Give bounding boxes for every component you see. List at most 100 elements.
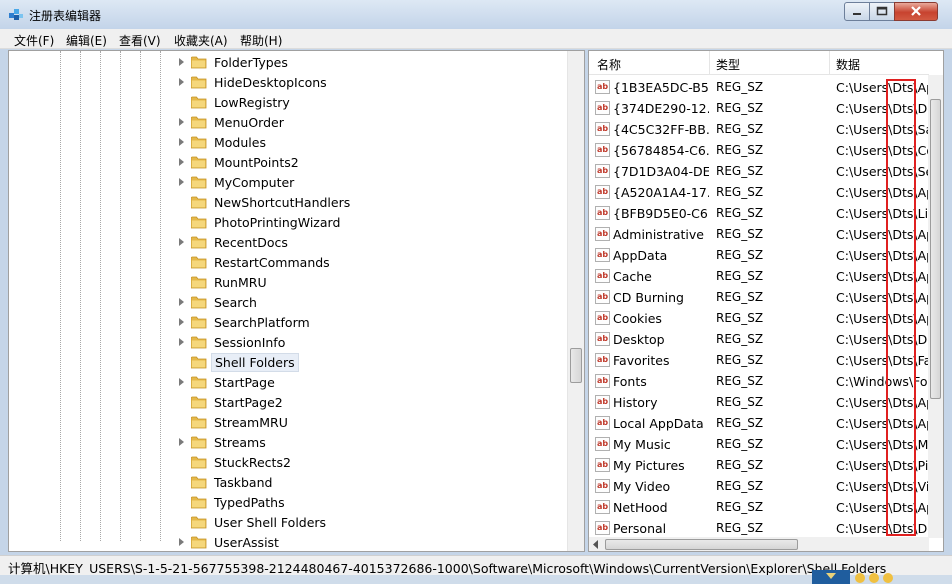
value-type: REG_SZ — [716, 416, 764, 430]
expand-arrow-icon[interactable] — [179, 58, 184, 66]
scroll-left-icon[interactable] — [592, 540, 600, 549]
value-type: REG_SZ — [716, 437, 764, 451]
column-divider[interactable] — [709, 51, 710, 75]
folder-icon — [191, 516, 207, 529]
value-row[interactable]: ab My Pictures REG_SZ C:\Users\Dts\Pic — [589, 455, 929, 476]
value-name: Favorites — [613, 353, 670, 368]
tree-vertical-scrollbar[interactable] — [567, 51, 584, 551]
menu-edit[interactable]: 编辑(E) — [66, 32, 107, 49]
tree-item[interactable]: Shell Folders — [179, 352, 569, 372]
expand-arrow-icon[interactable] — [179, 178, 184, 186]
tree-item-label: Taskband — [214, 475, 273, 490]
column-type[interactable]: 类型 — [716, 56, 740, 73]
value-row[interactable]: ab {A520A1A4-17... REG_SZ C:\Users\Dts\Ap — [589, 182, 929, 203]
expand-arrow-icon[interactable] — [179, 238, 184, 246]
value-row[interactable]: ab {374DE290-12... REG_SZ C:\Users\Dts\Do — [589, 98, 929, 119]
title-bar[interactable]: 注册表编辑器 — [0, 0, 952, 29]
value-row[interactable]: ab {56784854-C6... REG_SZ C:\Users\Dts\Co — [589, 140, 929, 161]
value-row[interactable]: ab{BFB9D5E0-C6...REG_SZC:\Users\Dts\Lir — [589, 203, 929, 224]
tree-item[interactable]: StreamMRU — [179, 412, 569, 432]
values-vertical-scrollbar[interactable] — [928, 75, 943, 538]
tree-item[interactable]: MyComputer — [179, 172, 569, 192]
value-row[interactable]: ab Personal REG_SZ C:\Users\Dts\Do — [589, 518, 929, 539]
tree-item[interactable]: UserAssist — [179, 532, 569, 551]
tree-item[interactable]: TypedPaths — [179, 492, 569, 512]
value-row[interactable]: ab History REG_SZ C:\Users\Dts\Ap — [589, 392, 929, 413]
tree-item[interactable]: MountPoints2 — [179, 152, 569, 172]
tree-item-label: PhotoPrintingWizard — [214, 215, 341, 230]
tree-item[interactable]: PhotoPrintingWizard — [179, 212, 569, 232]
expand-arrow-icon[interactable] — [179, 118, 184, 126]
tree-scroll-thumb[interactable] — [570, 348, 582, 383]
value-row[interactable]: ab AppData REG_SZ C:\Users\Dts\Ap — [589, 245, 929, 266]
value-row[interactable]: ab Cookies REG_SZ C:\Users\Dts\Ap — [589, 308, 929, 329]
value-row[interactable]: ab Favorites REG_SZ C:\Users\Dts\Fa — [589, 350, 929, 371]
column-name[interactable]: 名称 — [597, 56, 621, 73]
tree-item-label: MenuOrder — [214, 115, 284, 130]
string-value-icon: ab — [595, 437, 610, 451]
value-row[interactable]: ab CD Burning REG_SZ C:\Users\Dts\Ap — [589, 287, 929, 308]
expand-arrow-icon[interactable] — [179, 298, 184, 306]
expand-arrow-icon[interactable] — [179, 78, 184, 86]
column-data[interactable]: 数据 — [836, 56, 860, 73]
value-row[interactable]: ab {4C5C32FF-BB... REG_SZ C:\Users\Dts\Sa — [589, 119, 929, 140]
value-row[interactable]: ab My Music REG_SZ C:\Users\Dts\M — [589, 434, 929, 455]
registry-tree-pane[interactable]: FolderTypes HideDesktopIcons LowRegistry Me… — [8, 50, 585, 552]
value-type: REG_SZ — [716, 311, 764, 325]
value-row[interactable]: ab NetHood REG_SZ C:\Users\Dts\Ap — [589, 497, 929, 518]
expand-arrow-icon[interactable] — [179, 538, 184, 546]
values-horizontal-scrollbar[interactable] — [589, 537, 929, 551]
tree-item[interactable]: SearchPlatform — [179, 312, 569, 332]
tree-item[interactable]: NewShortcutHandlers — [179, 192, 569, 212]
close-button[interactable] — [894, 2, 938, 21]
value-type: REG_SZ — [716, 164, 764, 178]
maximize-button[interactable] — [869, 2, 895, 21]
value-row[interactable]: abAdministrative ...REG_SZC:\Users\Dts\A… — [589, 224, 929, 245]
tree-item[interactable]: RecentDocs — [179, 232, 569, 252]
folder-icon — [191, 196, 207, 209]
value-name: Cache — [613, 269, 652, 284]
tree-item[interactable]: HideDesktopIcons — [179, 72, 569, 92]
tree-item[interactable]: User Shell Folders — [179, 512, 569, 532]
tree-item[interactable]: StartPage — [179, 372, 569, 392]
value-type: REG_SZ — [716, 122, 764, 136]
tree-item[interactable]: Search — [179, 292, 569, 312]
tree-item[interactable]: RestartCommands — [179, 252, 569, 272]
value-row[interactable]: ab My Video REG_SZ C:\Users\Dts\Vi — [589, 476, 929, 497]
tree-item[interactable]: FolderTypes — [179, 52, 569, 72]
value-row[interactable]: ab Fonts REG_SZ C:\Windows\Fo — [589, 371, 929, 392]
menu-file[interactable]: 文件(F) — [14, 32, 54, 49]
expand-arrow-icon[interactable] — [179, 138, 184, 146]
close-icon — [911, 6, 921, 16]
tree-item[interactable]: Streams — [179, 432, 569, 452]
column-divider[interactable] — [829, 51, 830, 75]
tree-item-label: Modules — [214, 135, 266, 150]
value-row[interactable]: ab Local AppData REG_SZ C:\Users\Dts\Ap — [589, 413, 929, 434]
menu-favorites[interactable]: 收藏夹(A) — [174, 32, 228, 49]
value-type: REG_SZ — [716, 269, 764, 283]
value-row[interactable]: ab Desktop REG_SZ C:\Users\Dts\De — [589, 329, 929, 350]
tree-item[interactable]: StuckRects2 — [179, 452, 569, 472]
values-scroll-thumb[interactable] — [930, 99, 941, 399]
expand-arrow-icon[interactable] — [179, 338, 184, 346]
expand-arrow-icon[interactable] — [179, 438, 184, 446]
menu-view[interactable]: 查看(V) — [119, 32, 161, 49]
values-h-scroll-thumb[interactable] — [605, 539, 798, 550]
menu-help[interactable]: 帮助(H) — [240, 32, 282, 49]
expand-arrow-icon[interactable] — [179, 378, 184, 386]
tree-item[interactable]: RunMRU — [179, 272, 569, 292]
value-row[interactable]: ab Cache REG_SZ C:\Users\Dts\Ap — [589, 266, 929, 287]
expand-arrow-icon[interactable] — [179, 318, 184, 326]
tree-item[interactable]: SessionInfo — [179, 332, 569, 352]
tree-item[interactable]: StartPage2 — [179, 392, 569, 412]
tree-item-label: UserAssist — [214, 535, 279, 550]
expand-arrow-icon[interactable] — [179, 158, 184, 166]
tree-guide-line — [60, 51, 61, 541]
tree-item[interactable]: Taskband — [179, 472, 569, 492]
minimize-button[interactable] — [844, 2, 870, 21]
value-row[interactable]: ab{7D1D3A04-DE...REG_SZC:\Users\Dts\Se — [589, 161, 929, 182]
tree-item[interactable]: Modules — [179, 132, 569, 152]
tree-item[interactable]: LowRegistry — [179, 92, 569, 112]
tree-item[interactable]: MenuOrder — [179, 112, 569, 132]
value-row[interactable]: ab{1B3EA5DC-B5...REG_SZC:\Users\Dts\Ap — [589, 77, 929, 98]
